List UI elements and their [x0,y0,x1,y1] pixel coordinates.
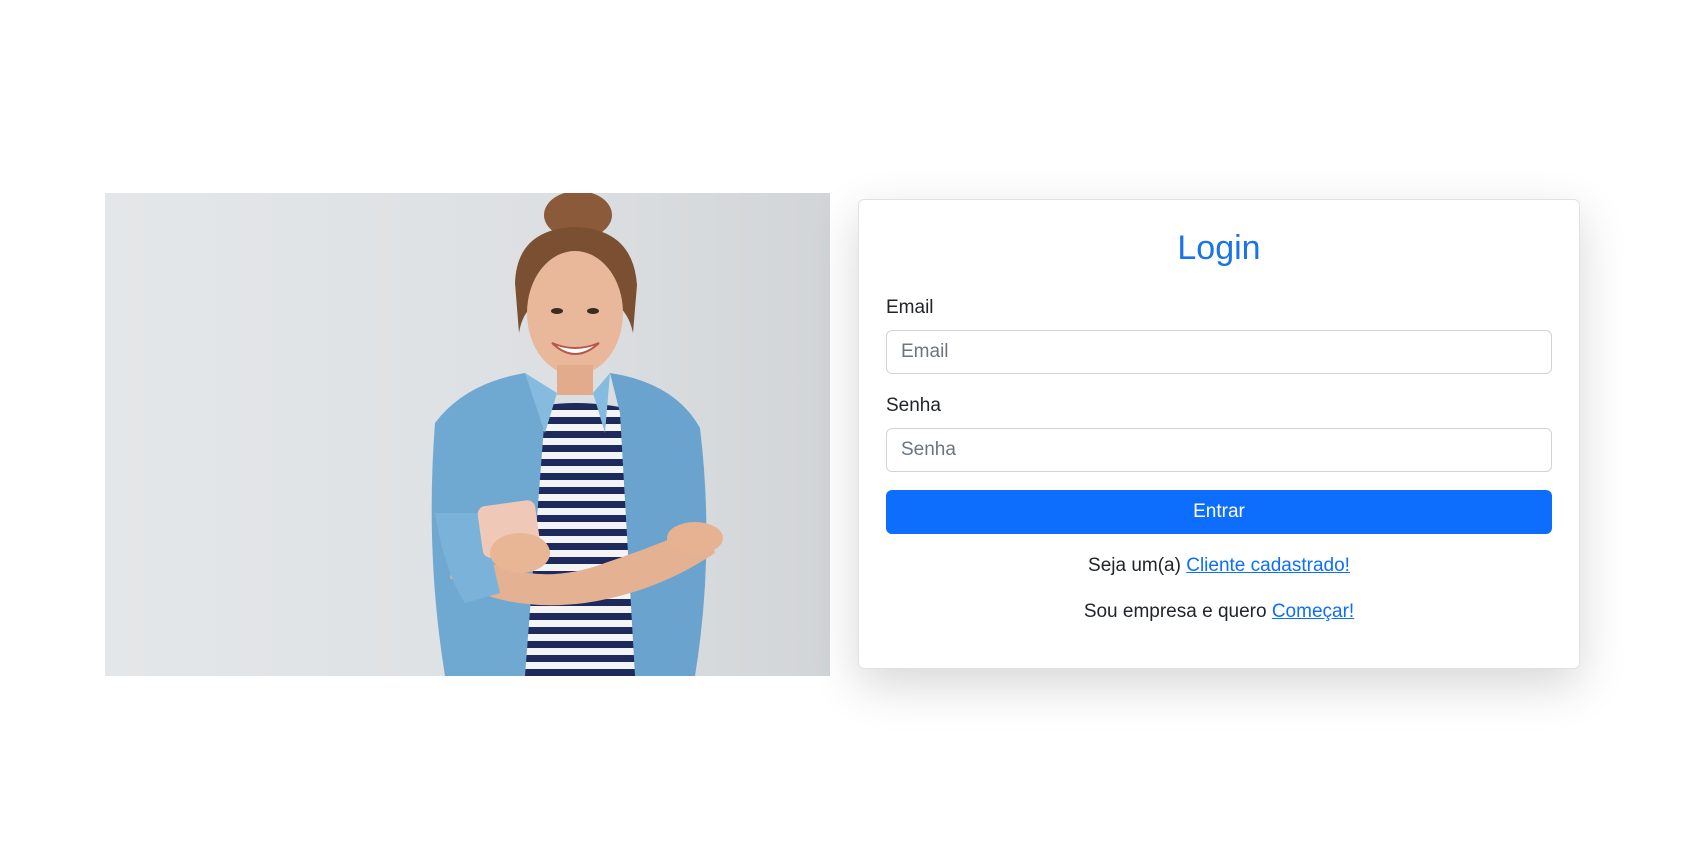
hero-image [105,193,830,676]
empresa-prefix: Sou empresa e quero [1083,601,1272,622]
cliente-line: Seja um(a) Cliente cadastrado! [886,554,1552,578]
login-page: Login Email Senha Entrar Seja um(a) Clie… [0,0,1682,862]
empresa-line: Sou empresa e quero Começar! [886,600,1552,624]
email-label: Email [886,297,934,318]
senha-input[interactable] [886,428,1552,472]
login-card: Login Email Senha Entrar Seja um(a) Clie… [858,199,1580,669]
email-input[interactable] [886,330,1552,374]
woman-with-phone-illustration [105,193,830,676]
comecar-link[interactable]: Começar! [1272,601,1354,622]
cliente-prefix: Seja um(a) [1088,555,1187,576]
entrar-button[interactable]: Entrar [886,490,1552,534]
login-title: Login [1177,229,1261,267]
cliente-cadastrado-link[interactable]: Cliente cadastrado! [1186,555,1350,576]
senha-label: Senha [886,395,941,416]
